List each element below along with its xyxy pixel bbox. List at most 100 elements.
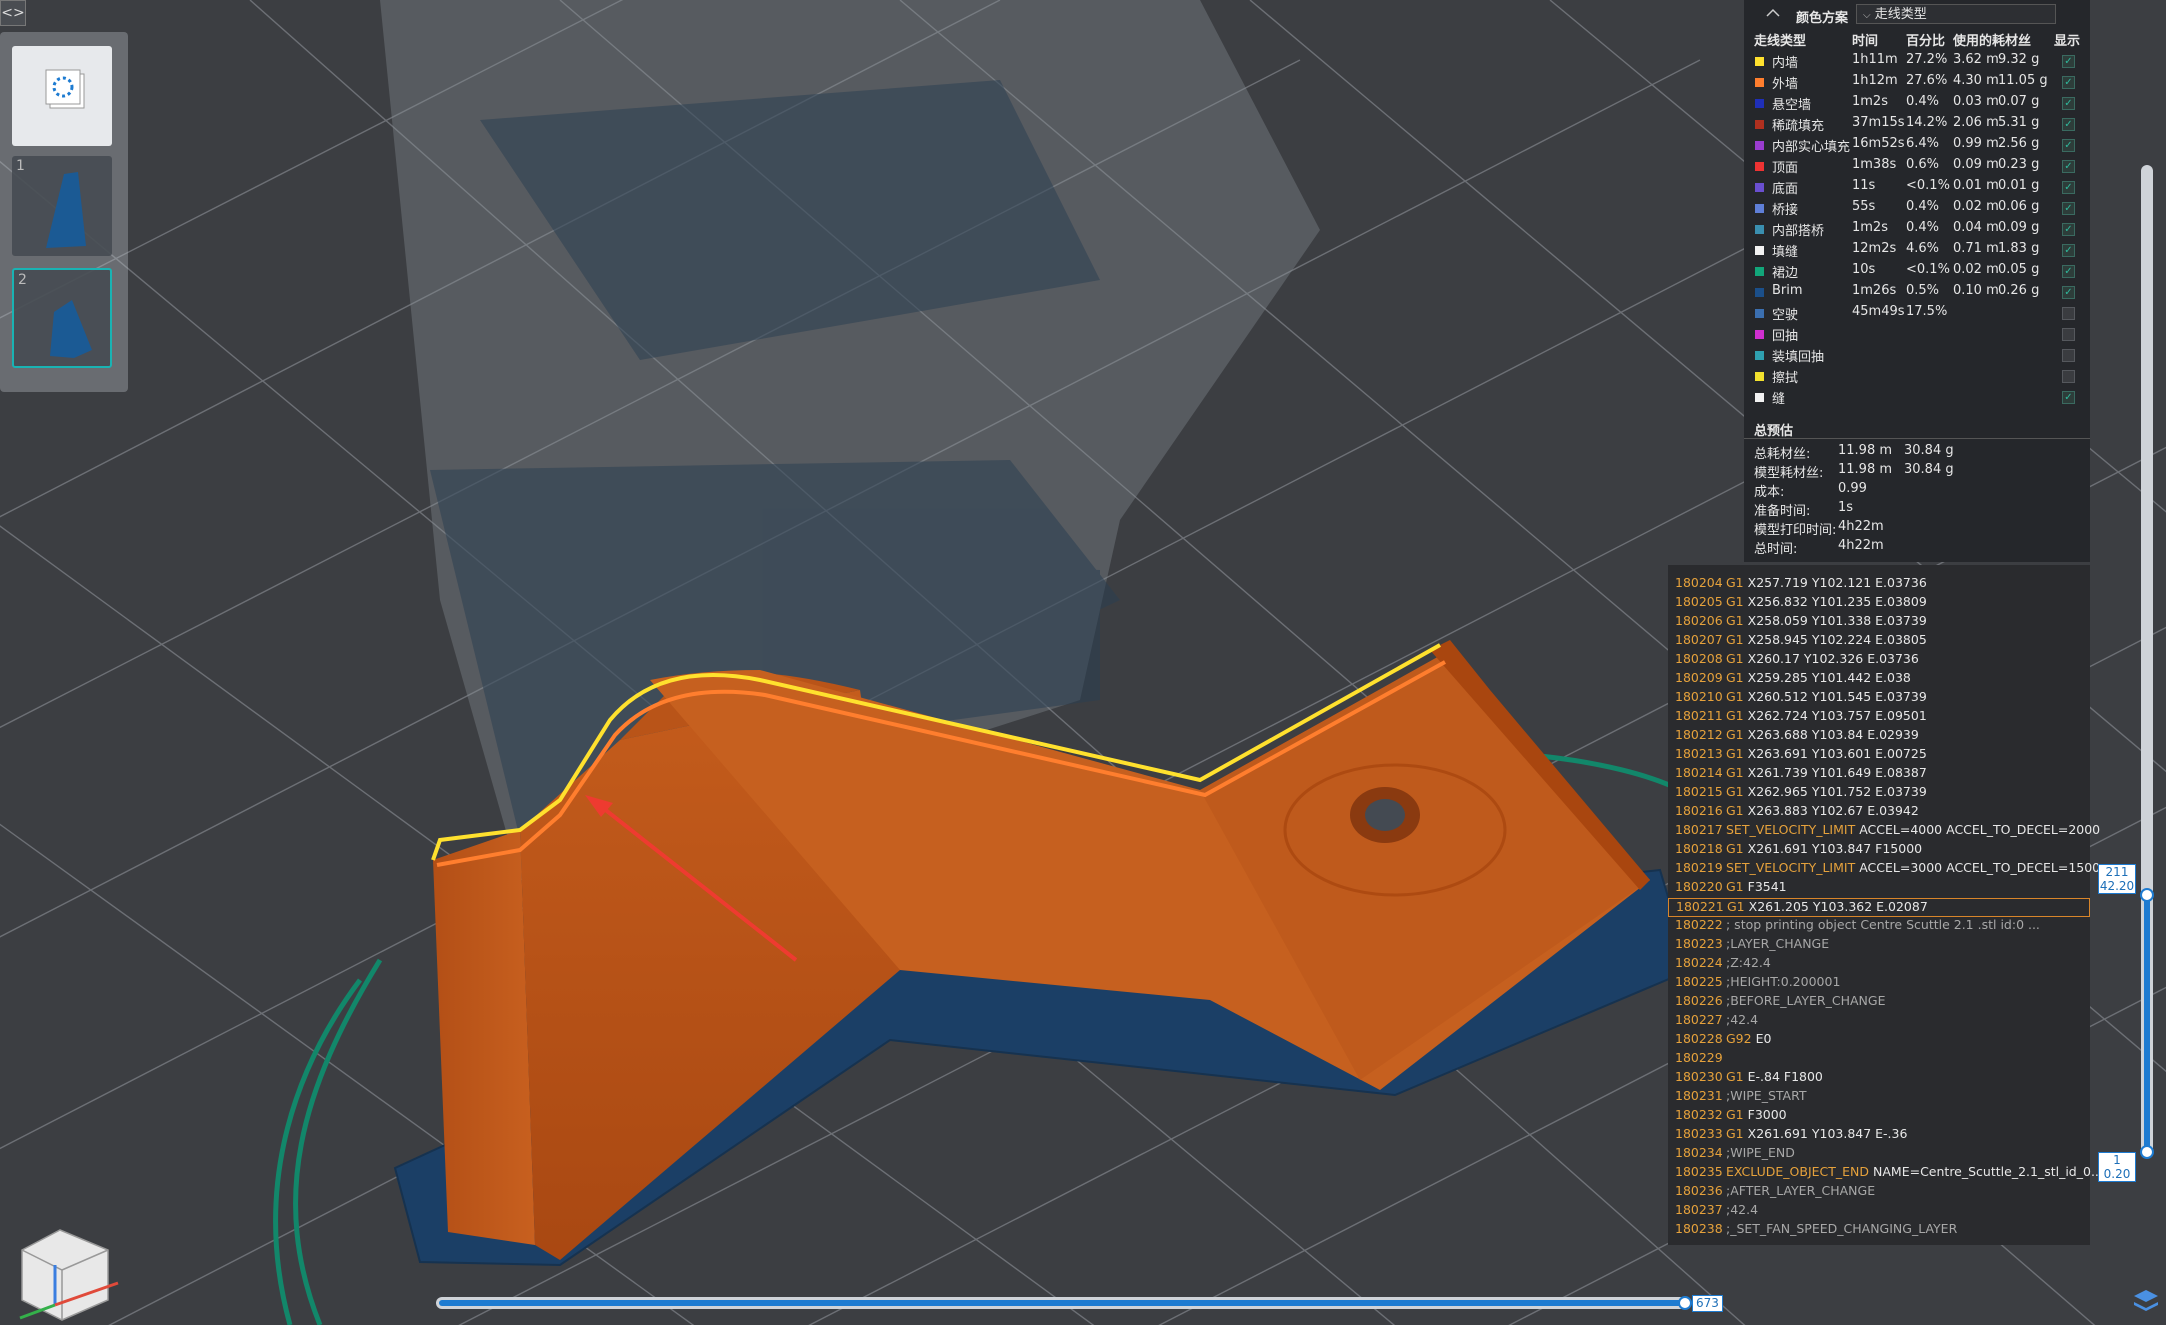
legend-visibility-checkbox[interactable]: ✓ [2062,307,2075,320]
gcode-line[interactable]: 180213 G1 X263.691 Y103.601 E.00725 [1668,746,2090,765]
legend-visibility-checkbox[interactable]: ✓ [2062,349,2075,362]
gcode-line[interactable]: 180206 G1 X258.059 Y101.338 E.03739 [1668,613,2090,632]
gcode-line[interactable]: 180210 G1 X260.512 Y101.545 E.03739 [1668,689,2090,708]
gcode-line[interactable]: 180227 ;42.4 [1668,1012,2090,1031]
legend-visibility-checkbox[interactable]: ✓ [2062,55,2075,68]
gcode-line[interactable]: 180230 G1 E-.84 F1800 [1668,1069,2090,1088]
gcode-line[interactable]: 180205 G1 X256.832 Y101.235 E.03809 [1668,594,2090,613]
gcode-viewer[interactable]: 180204 G1 X257.719 Y102.121 E.03736 180205… [1668,565,2103,1245]
gcode-line[interactable]: 180219 SET_VELOCITY_LIMIT ACCEL=3000 ACCE… [1668,860,2100,879]
legend-percent: 0.4% [1906,199,1940,214]
gcode-line[interactable]: 180224 ;Z:42.4 [1668,955,2090,974]
gcode-line-number: 180210 [1675,689,1723,704]
gcode-line-current[interactable]: 180221 G1 X261.205 Y103.362 E.02087 [1668,898,2090,917]
legend-length: 0.01 m [1953,178,1999,193]
gcode-line[interactable]: 180215 G1 X262.965 Y101.752 E.03739 [1668,784,2090,803]
gcode-line[interactable]: 180212 G1 X263.688 Y103.84 E.02939 [1668,727,2090,746]
legend-row: 内墙 1h11m 27.2% 3.62 m 9.32 g ✓ [1744,52,2090,73]
gcode-command: G1 X262.965 Y101.752 E.03739 [1726,784,1927,799]
gcode-line[interactable]: 180207 G1 X258.945 Y102.224 E.03805 [1668,632,2090,651]
legend-visibility-checkbox[interactable]: ✓ [2062,160,2075,173]
layer-slider-bottom-handle[interactable] [2140,1145,2154,1159]
gcode-line[interactable]: 180204 G1 X257.719 Y102.121 E.03736 [1668,575,2090,594]
gcode-line[interactable]: 180223 ;LAYER_CHANGE [1668,936,2090,955]
collapse-sidebar-button[interactable]: <> [0,0,26,26]
gcode-comment: ;_SET_FAN_SPEED_CHANGING_LAYER [1726,1221,1958,1236]
legend-type-name: 裙边 [1772,266,1799,281]
legend-row: 填缝 12m2s 4.6% 0.71 m 1.83 g ✓ [1744,241,2090,262]
gcode-command-name: EXCLUDE_OBJECT_END [1726,1164,1870,1179]
legend-visibility-checkbox[interactable]: ✓ [2062,265,2075,278]
legend-length: 2.06 m [1953,115,1999,130]
color-scheme-select[interactable]: ⌵ 走线类型 [1856,4,2056,24]
legend-length: 4.30 m [1953,73,1999,88]
legend-visibility-checkbox[interactable]: ✓ [2062,181,2075,194]
summary-title: 总预估 [1754,424,1794,439]
legend-visibility-checkbox[interactable]: ✓ [2062,202,2075,215]
layer-slider[interactable] [2140,165,2154,1159]
legend-visibility-checkbox[interactable]: ✓ [2062,328,2075,341]
gcode-line[interactable]: 180237 ;42.4 [1668,1202,2090,1221]
gcode-line-number: 180205 [1675,594,1723,609]
legend-visibility-checkbox[interactable]: ✓ [2062,370,2075,383]
gcode-line[interactable]: 180232 G1 F3000 [1668,1107,2090,1126]
layer-slider-top-handle[interactable] [2140,888,2154,902]
gcode-params: X256.832 Y101.235 E.03809 [1747,594,1927,609]
legend-visibility-checkbox[interactable]: ✓ [2062,223,2075,236]
legend-visibility-checkbox[interactable]: ✓ [2062,391,2075,404]
gcode-line[interactable]: 180235 EXCLUDE_OBJECT_END NAME=Centre_Scu… [1668,1164,2103,1183]
legend-percent: 17.5% [1906,304,1948,319]
legend-weight: 0.05 g [1998,262,2040,277]
gcode-line[interactable]: 180231 ;WIPE_START [1668,1088,2090,1107]
gcode-line[interactable]: 180218 G1 X261.691 Y103.847 F15000 [1668,841,2090,860]
gcode-line[interactable]: 180228 G92 E0 [1668,1031,2090,1050]
gcode-command: G1 X261.691 Y103.847 F15000 [1726,841,1922,856]
move-slider-handle[interactable] [1678,1296,1692,1310]
gcode-line[interactable]: 180238 ;_SET_FAN_SPEED_CHANGING_LAYER [1668,1221,2090,1240]
move-slider-range [439,1300,1683,1306]
gcode-line[interactable]: 180216 G1 X263.883 Y102.67 E.03942 [1668,803,2090,822]
col-time: 时间 [1852,34,1879,49]
gcode-line[interactable]: 180226 ;BEFORE_LAYER_CHANGE [1668,993,2090,1012]
gcode-line[interactable]: 180208 G1 X260.17 Y102.326 E.03736 [1668,651,2090,670]
legend-swatch [1755,246,1764,255]
plate-1-thumbnail [46,172,86,248]
legend-type-name: 稀疏填充 [1772,119,1825,134]
gcode-line[interactable]: 180236 ;AFTER_LAYER_CHANGE [1668,1183,2090,1202]
legend-visibility-checkbox[interactable]: ✓ [2062,97,2075,110]
chevron-up-icon[interactable] [1766,8,1780,18]
plate-1[interactable]: 1 [12,156,112,256]
gcode-line[interactable]: 180229 [1668,1050,2090,1069]
gcode-line[interactable]: 180217 SET_VELOCITY_LIMIT ACCEL=4000 ACCE… [1668,822,2100,841]
gcode-line-number: 180207 [1675,632,1723,647]
plate-2[interactable]: 2 [12,268,112,368]
gcode-command-name: G1 [1726,879,1744,894]
gcode-line[interactable]: 180234 ;WIPE_END [1668,1145,2090,1164]
gcode-line-number: 180232 [1675,1107,1723,1122]
gcode-command: SET_VELOCITY_LIMIT ACCEL=3000 ACCEL_TO_D… [1726,860,2100,875]
gcode-line[interactable]: 180214 G1 X261.739 Y101.649 E.08387 [1668,765,2090,784]
plate-all[interactable] [12,46,112,146]
gcode-line[interactable]: 180225 ;HEIGHT:0.200001 [1668,974,2090,993]
gcode-line-number: 180222 [1675,917,1723,932]
gcode-line[interactable]: 180211 G1 X262.724 Y103.757 E.09501 [1668,708,2090,727]
legend-visibility-checkbox[interactable]: ✓ [2062,286,2075,299]
move-slider[interactable] [436,1296,1692,1310]
gcode-line[interactable]: 180209 G1 X259.285 Y101.442 E.038 [1668,670,2090,689]
gcode-line[interactable]: 180220 G1 F3541 [1668,879,2090,898]
legend-visibility-checkbox[interactable]: ✓ [2062,244,2075,257]
legend-time: 1m38s [1852,157,1897,172]
legend-swatch [1755,183,1764,192]
gcode-line[interactable]: 180233 G1 X261.691 Y103.847 E-.36 [1668,1126,2090,1145]
legend-visibility-checkbox[interactable]: ✓ [2062,118,2075,131]
legend-type-name: 桥接 [1772,203,1799,218]
gcode-command: G1 X257.719 Y102.121 E.03736 [1726,575,1927,590]
gcode-command-name: G1 [1726,1126,1744,1141]
legend-visibility-checkbox[interactable]: ✓ [2062,76,2075,89]
gcode-params: X263.691 Y103.601 E.00725 [1747,746,1927,761]
legend-type-name: 底面 [1772,182,1799,197]
gcode-line[interactable]: 180222; stop printing object Centre Scut… [1668,917,2090,936]
legend-row: 空驶 45m49s17.5% ✓ [1744,304,2090,325]
summary-value-1: 4h22m [1838,538,1884,553]
legend-visibility-checkbox[interactable]: ✓ [2062,139,2075,152]
